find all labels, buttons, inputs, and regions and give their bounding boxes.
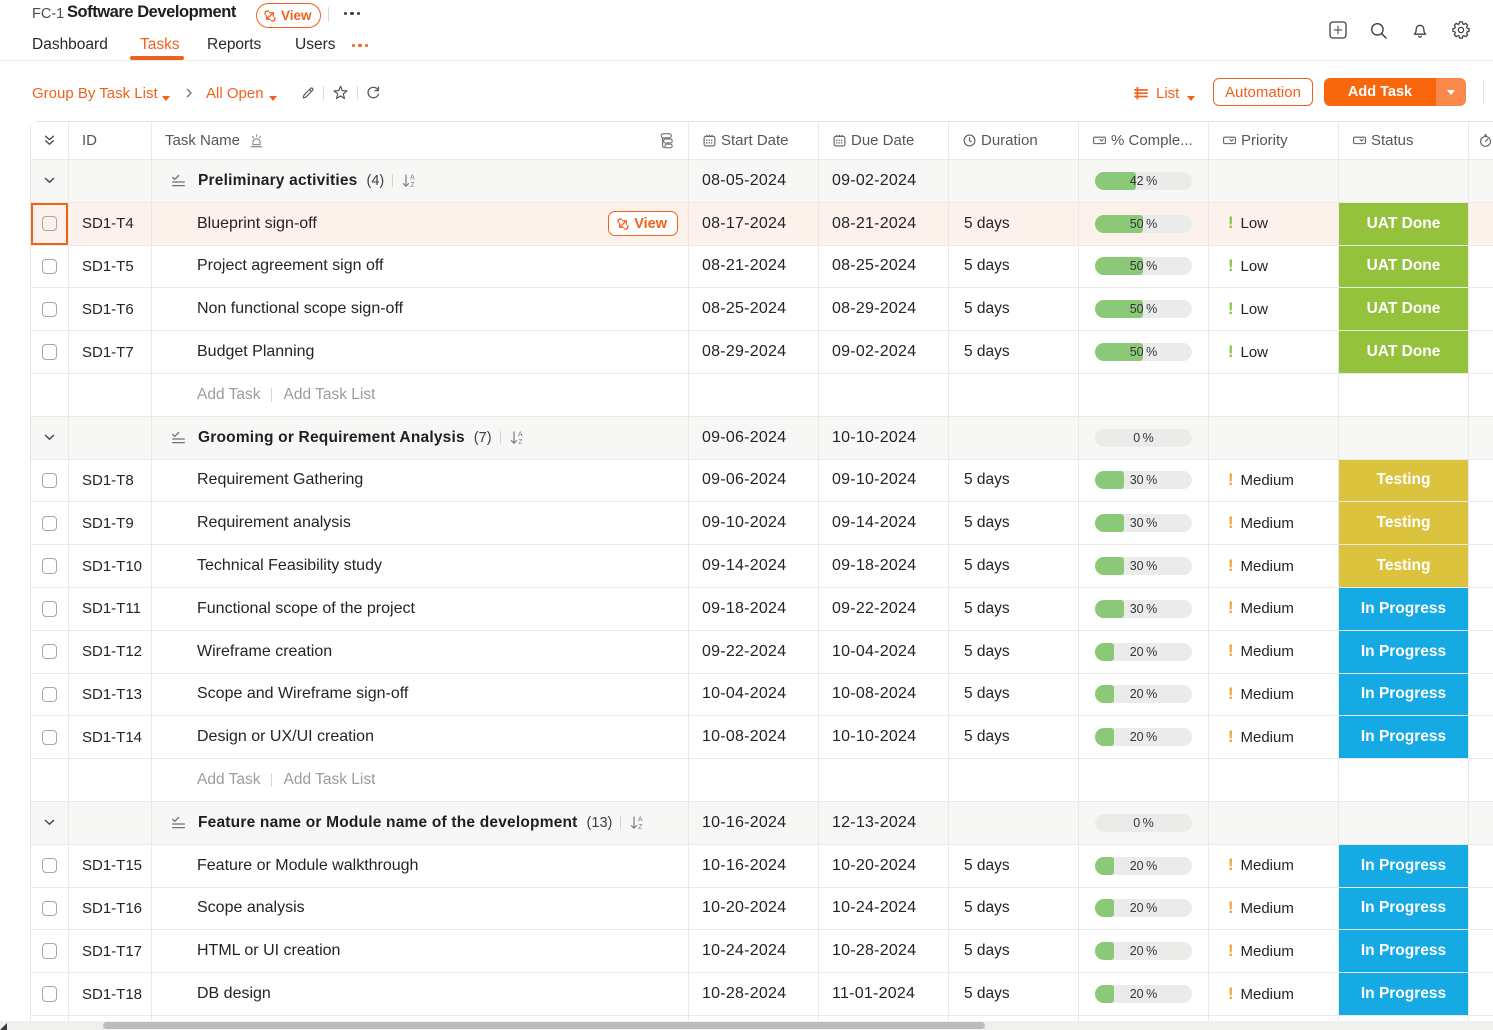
svg-text:Z: Z	[518, 439, 523, 445]
svg-text:Z: Z	[639, 824, 644, 830]
svg-text:Z: Z	[410, 182, 415, 188]
svg-text:A: A	[518, 432, 523, 439]
svg-text:A: A	[410, 175, 415, 182]
svg-text:A: A	[638, 817, 643, 824]
